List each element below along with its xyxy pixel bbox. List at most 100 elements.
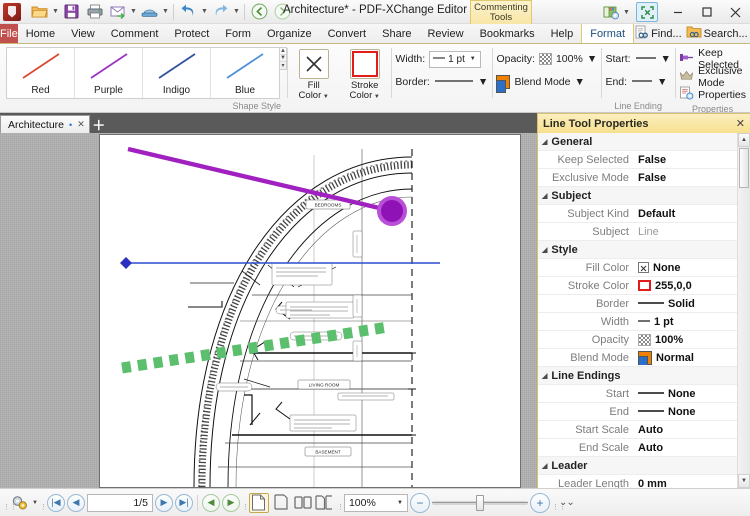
border-dropdown-arrow[interactable]: ▼ — [478, 76, 488, 88]
single-page-layout-button[interactable] — [248, 492, 269, 513]
email-button[interactable] — [107, 1, 128, 22]
border-dropdown[interactable]: ▼ — [434, 76, 488, 88]
forward-button[interactable] — [272, 1, 293, 22]
property-row-end[interactable]: End None — [538, 403, 737, 421]
zoom-slider-thumb[interactable] — [475, 494, 484, 511]
tab-review[interactable]: Review — [419, 24, 471, 43]
property-value[interactable]: Auto — [634, 424, 737, 436]
maximize-button[interactable] — [692, 0, 721, 24]
scroll-up-icon[interactable]: ▲ — [280, 48, 286, 55]
exclusive-mode-button[interactable]: Exclusive Mode — [679, 65, 746, 89]
property-row-opacity[interactable]: Opacity 100% — [538, 331, 737, 349]
nav-back-button[interactable]: ◀ — [201, 493, 220, 512]
tab-view[interactable]: View — [63, 24, 103, 43]
collapse-triangle-icon[interactable]: ◢ — [542, 192, 547, 200]
line-start-dropdown-arrow[interactable]: ▼ — [661, 53, 671, 65]
collapse-triangle-icon[interactable]: ◢ — [542, 138, 547, 146]
nav-forward-button[interactable]: ▶ — [221, 493, 240, 512]
page-number-input[interactable]: 1/5 — [86, 493, 153, 512]
property-value[interactable]: False — [634, 172, 737, 184]
blend-mode-field[interactable]: Blend Mode ▼ — [496, 73, 597, 93]
next-page-button[interactable]: ▶ — [154, 493, 173, 512]
property-row-stroke-color[interactable]: Stroke Color 255,0,0 — [538, 277, 737, 295]
tab-file[interactable]: File — [0, 24, 18, 43]
gallery-scrollbar[interactable]: ▲ ▼ ▾ — [280, 47, 287, 70]
scan-button[interactable] — [139, 1, 160, 22]
properties-group-subject[interactable]: ◢ Subject — [538, 187, 737, 205]
two-page-continuous-layout-button[interactable] — [315, 493, 335, 513]
line-start-dropdown[interactable]: ▼ — [635, 53, 671, 65]
first-page-button[interactable]: |◀ — [46, 493, 65, 512]
tools-dropdown-arrow[interactable]: ▼ — [32, 500, 38, 506]
line-end-dropdown[interactable]: ▼ — [631, 76, 667, 88]
fill-color-button[interactable]: Fill Color ▼ — [291, 47, 336, 102]
property-value[interactable]: Default — [634, 208, 737, 220]
close-icon[interactable]: ✕ — [736, 117, 745, 130]
print-button[interactable] — [84, 1, 105, 22]
shape-style-purple[interactable]: Purple — [75, 48, 143, 98]
property-row-start[interactable]: Start None — [538, 385, 737, 403]
property-row-subject-kind[interactable]: Subject Kind Default — [538, 205, 737, 223]
prev-page-button[interactable]: ◀ — [66, 493, 85, 512]
tab-protect[interactable]: Protect — [166, 24, 217, 43]
collapse-triangle-icon[interactable]: ◢ — [542, 246, 547, 254]
property-row-keep-selected[interactable]: Keep Selected False — [538, 151, 737, 169]
line-end-dropdown-arrow[interactable]: ▼ — [657, 76, 667, 88]
stroke-color-caret[interactable]: ▼ — [372, 94, 380, 100]
property-value[interactable]: False — [634, 154, 737, 166]
tab-format[interactable]: Format — [581, 24, 635, 43]
fullscreen-icon[interactable] — [636, 2, 658, 22]
ribbon-options-icon[interactable] — [600, 1, 622, 23]
tab-convert[interactable]: Convert — [320, 24, 375, 43]
zoom-level-combo[interactable]: 100% ▼ — [343, 493, 408, 512]
blend-mode-dropdown-arrow[interactable]: ▼ — [575, 76, 585, 88]
width-combo[interactable]: 1 pt ▼ — [429, 50, 482, 68]
last-page-button[interactable]: ▶| — [174, 493, 193, 512]
properties-group-style[interactable]: ◢ Style — [538, 241, 737, 259]
properties-button[interactable]: Properties — [679, 86, 746, 103]
scroll-down-icon[interactable]: ▼ — [738, 474, 750, 488]
fill-color-caret[interactable]: ▼ — [321, 94, 329, 100]
opacity-dropdown-arrow[interactable]: ▼ — [587, 53, 597, 65]
property-row-end-scale[interactable]: End Scale Auto — [538, 439, 737, 457]
undo-dropdown-arrow[interactable]: ▼ — [200, 1, 209, 22]
property-row-fill-color[interactable]: Fill Color None — [538, 259, 737, 277]
zoom-group-grip[interactable]: ⋮⋮ — [337, 495, 351, 511]
blend-mode-dropdown[interactable]: Blend Mode ▼ — [496, 75, 585, 93]
property-row-exclusive-mode[interactable]: Exclusive Mode False — [538, 169, 737, 187]
chevrons-down-icon[interactable]: ⌄⌄ — [559, 497, 575, 508]
tab-help[interactable]: Help — [543, 24, 582, 43]
expand-group-grip[interactable]: ⋮⋮ — [552, 495, 566, 511]
zoom-out-button[interactable]: − — [409, 492, 430, 513]
width-dropdown-arrow[interactable]: ▼ — [467, 56, 478, 62]
gallery-more-icon[interactable]: ▾ — [280, 62, 286, 69]
tools-gear-icon[interactable] — [10, 493, 30, 513]
opacity-dropdown[interactable]: 100% ▼ — [538, 53, 597, 65]
collapse-triangle-icon[interactable]: ◢ — [542, 372, 547, 380]
redo-button[interactable] — [210, 1, 231, 22]
tab-bookmarks[interactable]: Bookmarks — [472, 24, 543, 43]
back-button[interactable] — [249, 1, 270, 22]
find-button[interactable]: Find... — [634, 25, 682, 43]
zoom-dropdown-arrow[interactable]: ▼ — [397, 500, 405, 506]
two-page-layout-button[interactable] — [293, 493, 313, 513]
stroke-color-button[interactable]: Stroke Color ▼ — [342, 47, 387, 102]
tab-home[interactable]: Home — [18, 24, 63, 43]
property-value[interactable]: Line — [634, 226, 737, 238]
minimize-button[interactable] — [663, 0, 692, 24]
continuous-layout-button[interactable] — [271, 493, 291, 513]
property-value[interactable]: Auto — [634, 442, 737, 454]
properties-group-general[interactable]: ◢ General — [538, 133, 737, 151]
document-tab-architecture[interactable]: Architecture • ✕ — [0, 115, 90, 133]
property-row-start-scale[interactable]: Start Scale Auto — [538, 421, 737, 439]
property-row-subject[interactable]: Subject Line — [538, 223, 737, 241]
scroll-up-icon[interactable]: ▲ — [738, 133, 750, 147]
tab-share[interactable]: Share — [374, 24, 419, 43]
toolbar-grip[interactable]: ⋮⋮ — [3, 495, 17, 511]
tab-form[interactable]: Form — [217, 24, 259, 43]
undo-button[interactable] — [178, 1, 199, 22]
new-tab-button[interactable]: ＋ — [90, 115, 108, 133]
properties-group-leader[interactable]: ◢ Leader — [538, 457, 737, 475]
property-row-width[interactable]: Width 1 pt — [538, 313, 737, 331]
scroll-down-icon[interactable]: ▼ — [280, 55, 286, 62]
